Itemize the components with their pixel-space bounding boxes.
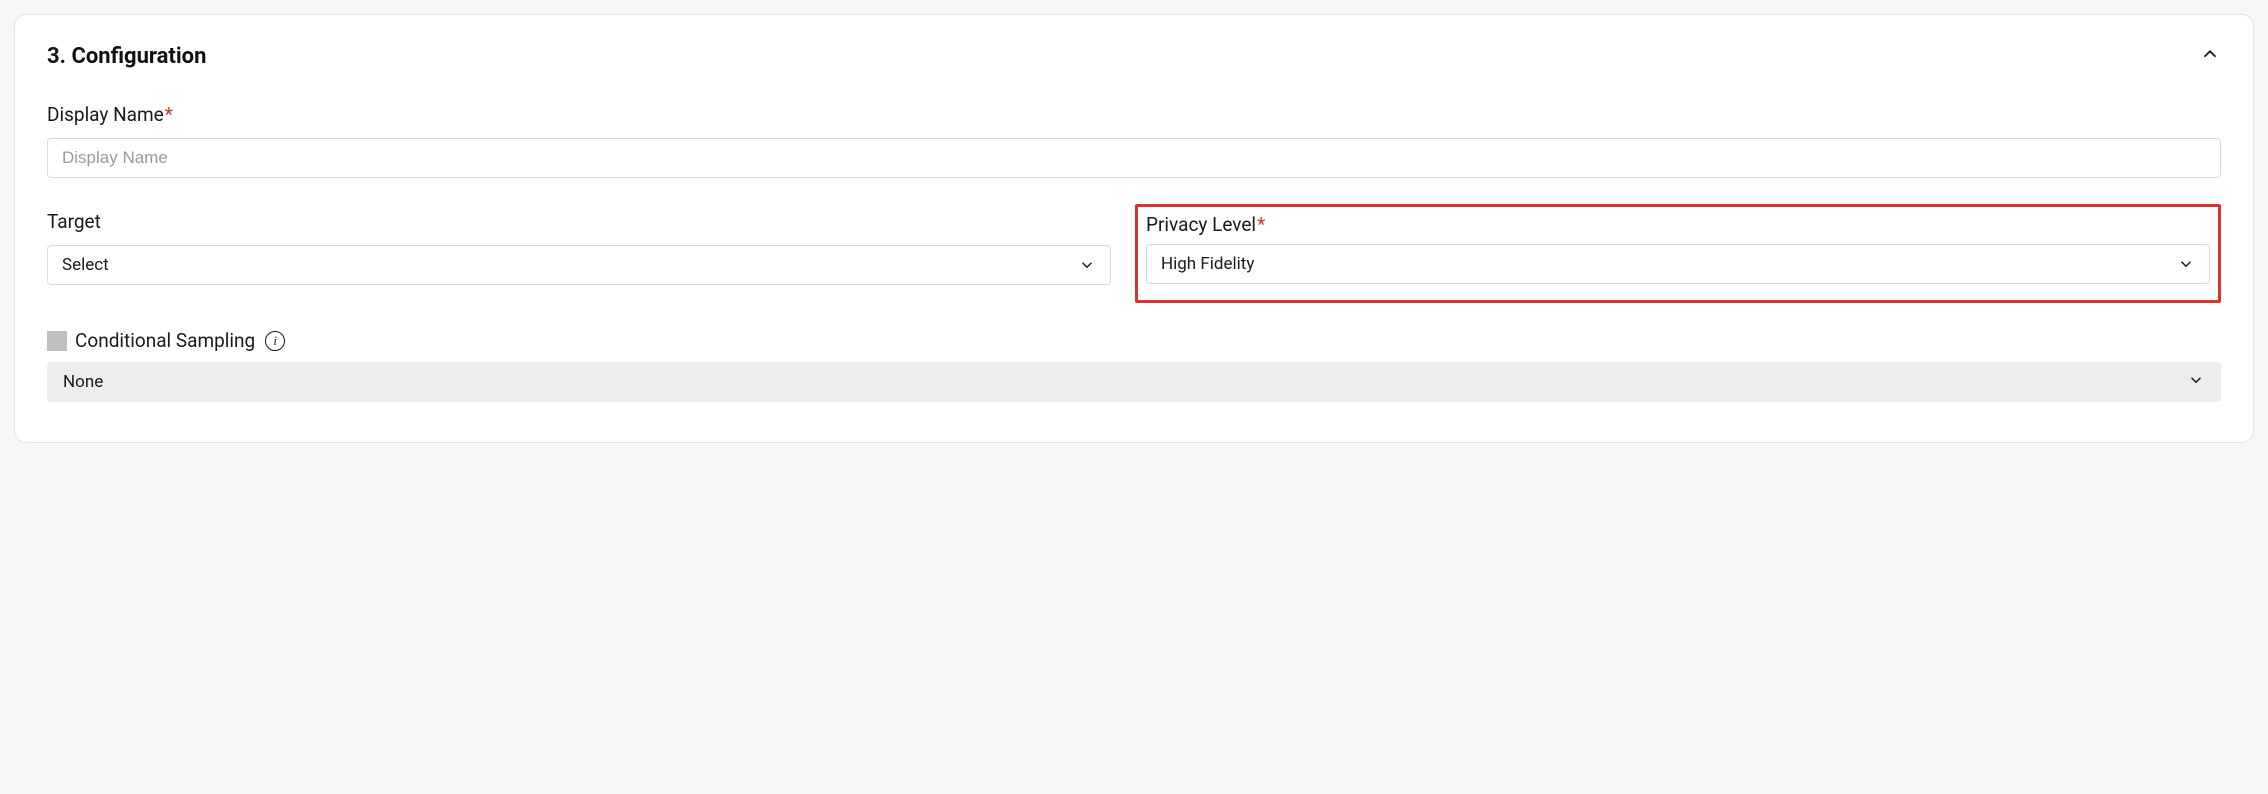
privacy-level-highlight: Privacy Level* High Fidelity bbox=[1135, 204, 2221, 303]
privacy-level-label: Privacy Level* bbox=[1146, 213, 2210, 236]
display-name-field: Display Name* bbox=[47, 103, 2221, 178]
info-icon[interactable]: i bbox=[265, 331, 285, 351]
section-title: 3. Configuration bbox=[47, 44, 206, 69]
conditional-sampling-label: Conditional Sampling bbox=[75, 329, 255, 352]
privacy-level-select-value: High Fidelity bbox=[1161, 254, 2177, 274]
panel-header: 3. Configuration bbox=[47, 43, 2221, 69]
display-name-label: Display Name* bbox=[47, 103, 2221, 126]
conditional-sampling-value: None bbox=[63, 372, 2187, 392]
chevron-down-icon bbox=[2177, 255, 2195, 273]
target-field: Target Select bbox=[47, 204, 1111, 303]
required-star: * bbox=[165, 103, 173, 126]
configuration-panel: 3. Configuration Display Name* Target Se… bbox=[14, 14, 2254, 443]
conditional-sampling-checkbox[interactable] bbox=[47, 331, 67, 351]
chevron-down-icon bbox=[1078, 256, 1096, 274]
target-label: Target bbox=[47, 210, 1111, 233]
required-star: * bbox=[1257, 213, 1265, 236]
display-name-input[interactable] bbox=[47, 138, 2221, 178]
conditional-sampling-row: Conditional Sampling i bbox=[47, 329, 2221, 352]
privacy-level-select[interactable]: High Fidelity bbox=[1146, 244, 2210, 284]
conditional-sampling-select[interactable]: None bbox=[47, 362, 2221, 402]
collapse-toggle[interactable] bbox=[2199, 43, 2221, 69]
display-name-label-text: Display Name bbox=[47, 103, 164, 126]
chevron-up-icon bbox=[2199, 43, 2221, 65]
target-select-value: Select bbox=[62, 255, 1078, 275]
target-privacy-row: Target Select Privacy Level* High Fideli… bbox=[47, 204, 2221, 303]
privacy-level-label-text: Privacy Level bbox=[1146, 213, 1256, 236]
target-select[interactable]: Select bbox=[47, 245, 1111, 285]
chevron-down-icon bbox=[2187, 371, 2205, 394]
